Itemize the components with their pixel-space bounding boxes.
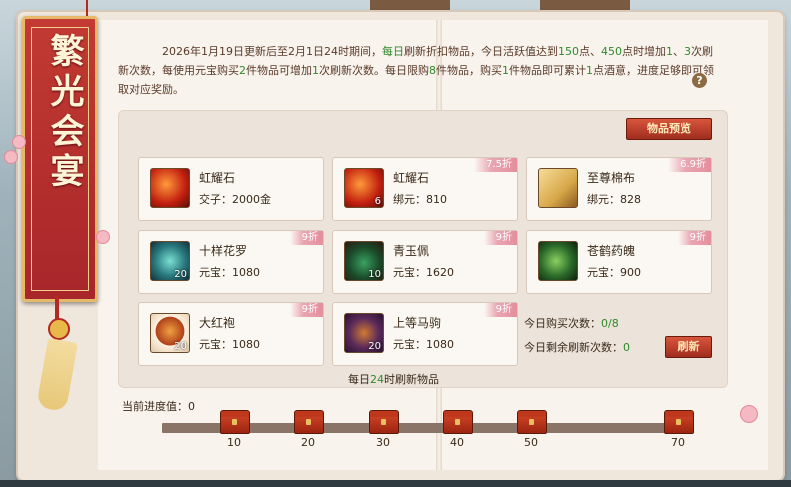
item-name: 青玉佩	[393, 244, 430, 258]
discount-badge: 9折	[289, 303, 323, 317]
item-price: 交子：2000金	[199, 193, 271, 206]
daily-note-hour: 24	[370, 373, 384, 386]
rainbow-stone-icon	[150, 168, 190, 208]
discount-badge: 7.5折	[474, 158, 517, 172]
desc-text: 刷新折扣物品，今日活跃值达到	[403, 45, 558, 58]
refresh-button[interactable]: 刷新	[665, 336, 712, 358]
milestone-label: 40	[450, 436, 464, 449]
horse-icon: 20	[344, 313, 384, 353]
tea-cup-icon: 20	[150, 313, 190, 353]
discount-badge: 6.9折	[668, 158, 711, 172]
desc-highlight: 1	[586, 64, 593, 77]
milestone-label: 10	[227, 436, 241, 449]
blossom-icon	[12, 135, 26, 149]
item-name: 虹耀石	[393, 171, 430, 185]
rainbow-stone-icon: 6	[344, 168, 384, 208]
refresh-count-label: 今日剩余刷新次数：	[524, 341, 623, 354]
reward-chest-icon[interactable]	[294, 410, 324, 434]
flower-silk-icon: 20	[150, 241, 190, 281]
discount-badge: 9折	[289, 231, 323, 245]
jade-pendant-icon: 10	[344, 241, 384, 281]
event-banner: 繁光会宴	[22, 16, 98, 302]
cotton-cloth-icon	[538, 168, 578, 208]
discount-badge: 9折	[483, 231, 517, 245]
desc-highlight: 每日	[381, 45, 404, 58]
milestone-label: 30	[376, 436, 390, 449]
item-quantity: 20	[174, 269, 187, 280]
item-price: 元宝：900	[587, 266, 641, 279]
desc-text: 件物品可增加	[246, 64, 312, 77]
item-price: 元宝：1080	[199, 266, 260, 279]
shop-item-card[interactable]: 9折 苍鹤药魄 元宝：900	[526, 230, 712, 294]
milestone-label: 70	[671, 436, 685, 449]
desc-text: 件物品即可累计	[509, 64, 586, 77]
desc-text: 2026年1月19日更新后至2月1日24时期间，	[162, 45, 382, 58]
reward-chest-icon[interactable]	[664, 410, 694, 434]
item-quantity: 20	[174, 341, 187, 352]
item-price: 元宝：1080	[199, 338, 260, 351]
banner-title: 繁光会宴	[44, 33, 84, 193]
blossom-icon	[96, 230, 110, 244]
milestone-label: 50	[524, 436, 538, 449]
event-description: 2026年1月19日更新后至2月1日24时期间，每日刷新折扣物品，今日活跃值达到…	[118, 42, 718, 99]
desc-highlight: 1	[665, 45, 673, 58]
reward-chest-icon[interactable]	[443, 410, 473, 434]
desc-text: 点时增加	[621, 45, 666, 58]
tassel-knot	[48, 318, 70, 340]
progress-label: 当前进度值：0	[122, 400, 195, 413]
desc-text: 件物品，购买	[436, 64, 502, 77]
desc-text: 、	[672, 45, 684, 58]
item-name: 虹耀石	[199, 171, 236, 185]
refresh-count: 今日剩余刷新次数：0	[524, 339, 630, 355]
shop-item-card[interactable]: 9折 10 青玉佩 元宝：1620	[332, 230, 518, 294]
purchase-count-label: 今日购买次数：	[524, 317, 601, 330]
desc-highlight: 2	[239, 64, 246, 77]
shop-item-card[interactable]: 9折 20 上等马驹 元宝：1080	[332, 302, 518, 366]
desc-highlight: 8	[429, 64, 436, 77]
desc-highlight: 450	[600, 45, 622, 58]
refresh-count-value: 0	[623, 341, 630, 354]
shop-item-card[interactable]: 6.9折 至尊棉布 绑元：828	[526, 157, 712, 221]
item-price: 绑元：828	[587, 193, 641, 206]
bottom-strip	[0, 480, 791, 487]
item-name: 上等马驹	[393, 316, 442, 330]
desc-text: 点、	[578, 45, 601, 58]
item-name: 至尊棉布	[587, 171, 636, 185]
desc-highlight: 1	[312, 64, 319, 77]
item-price: 元宝：1620	[393, 266, 454, 279]
item-price: 绑元：810	[393, 193, 447, 206]
purchase-count-value: 0/8	[601, 317, 619, 330]
help-icon[interactable]: ?	[692, 73, 707, 88]
item-quantity: 10	[368, 269, 381, 280]
discount-badge: 9折	[677, 231, 711, 245]
item-name: 苍鹤药魄	[587, 244, 636, 258]
milestone-label: 20	[301, 436, 315, 449]
daily-refresh-note: 每日24时刷新物品	[348, 371, 439, 387]
shop-item-card[interactable]: 9折 20 大红袍 元宝：1080	[138, 302, 324, 366]
blossom-icon	[4, 150, 18, 164]
discount-badge: 9折	[483, 303, 517, 317]
reward-chest-icon[interactable]	[517, 410, 547, 434]
desc-highlight: 150	[557, 45, 579, 58]
desc-highlight: 3	[683, 45, 691, 58]
daily-note-text: 时刷新物品	[384, 373, 439, 386]
item-quantity: 6	[374, 196, 381, 207]
blossom-icon	[740, 405, 758, 423]
desc-text: 次刷新次数。每日限购	[319, 64, 429, 77]
shop-item-card[interactable]: 7.5折 6 虹耀石 绑元：810	[332, 157, 518, 221]
reward-chest-icon[interactable]	[220, 410, 250, 434]
item-quantity: 20	[368, 341, 381, 352]
item-price: 元宝：1080	[393, 338, 454, 351]
shop-item-card[interactable]: 虹耀石 交子：2000金	[138, 157, 324, 221]
item-name: 十样花罗	[199, 244, 248, 258]
purchase-count: 今日购买次数：0/8	[524, 315, 619, 331]
shop-item-card[interactable]: 9折 20 十样花罗 元宝：1080	[138, 230, 324, 294]
daily-note-text: 每日	[348, 373, 370, 386]
desc-highlight: 1	[502, 64, 509, 77]
crane-potion-icon	[538, 241, 578, 281]
item-preview-button[interactable]: 物品预览	[626, 118, 712, 140]
reward-chest-icon[interactable]	[369, 410, 399, 434]
item-name: 大红袍	[199, 316, 236, 330]
